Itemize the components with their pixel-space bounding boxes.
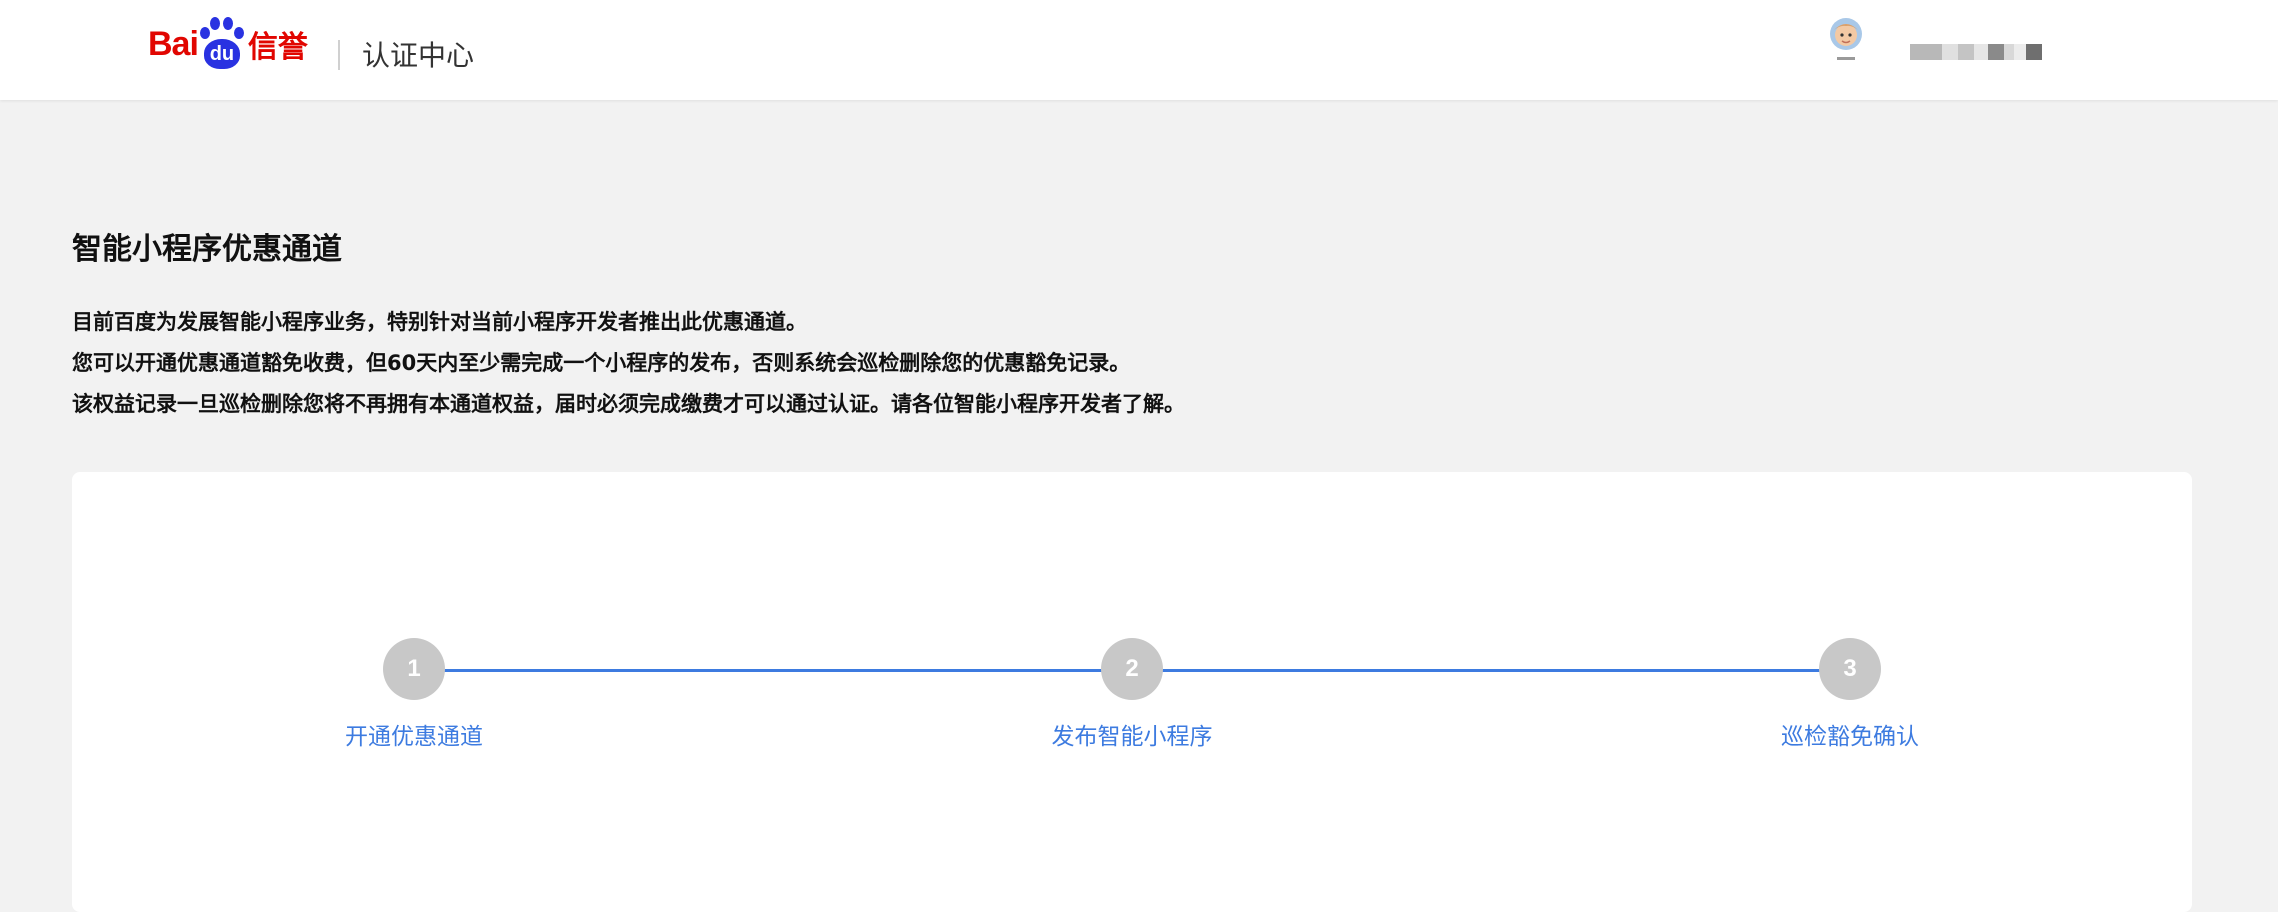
step-3: 3 巡检豁免确认 bbox=[1700, 638, 2000, 752]
baidu-paw-icon: du bbox=[199, 17, 244, 71]
intro-line-3: 该权益记录一旦巡检删除您将不再拥有本通道权益，届时必须完成缴费才可以通过认证。请… bbox=[72, 392, 1185, 416]
logo-divider bbox=[338, 40, 340, 70]
user-avatar-icon[interactable] bbox=[1826, 16, 1866, 64]
baidu-xinyu-logo[interactable]: Bai du 信誉 bbox=[148, 14, 308, 74]
step-2-circle: 2 bbox=[1101, 638, 1163, 700]
step-3-label: 巡检豁免确认 bbox=[1781, 724, 1919, 750]
step-3-circle: 3 bbox=[1819, 638, 1881, 700]
intro-line-1: 目前百度为发展智能小程序业务，特别针对当前小程序开发者推出此优惠通道。 bbox=[72, 310, 807, 334]
top-header: Bai du 信誉 认证中心 bbox=[0, 0, 2278, 100]
site-title: 认证中心 bbox=[362, 39, 475, 72]
logo-text-bai: Bai bbox=[148, 24, 199, 63]
page-title: 智能小程序优惠通道 bbox=[72, 232, 342, 267]
step-2-label: 发布智能小程序 bbox=[1051, 724, 1213, 750]
step-1-label: 开通优惠通道 bbox=[345, 724, 483, 750]
step-1-circle: 1 bbox=[383, 638, 445, 700]
intro-line-2: 您可以开通优惠通道豁免收费，但60天内至少需完成一个小程序的发布，否则系统会巡检… bbox=[72, 351, 1131, 375]
steps-card: 1 开通优惠通道 2 发布智能小程序 3 巡检豁免确认 bbox=[72, 472, 2192, 912]
step-1: 1 开通优惠通道 bbox=[264, 638, 564, 752]
step-2: 2 发布智能小程序 bbox=[982, 638, 1282, 752]
intro-text: 目前百度为发展智能小程序业务，特别针对当前小程序开发者推出此优惠通道。 您可以开… bbox=[72, 302, 1872, 425]
logo-text-du: du bbox=[203, 39, 240, 69]
user-name-redacted[interactable] bbox=[1910, 44, 2042, 60]
logo-text-xinyu: 信誉 bbox=[247, 30, 308, 65]
